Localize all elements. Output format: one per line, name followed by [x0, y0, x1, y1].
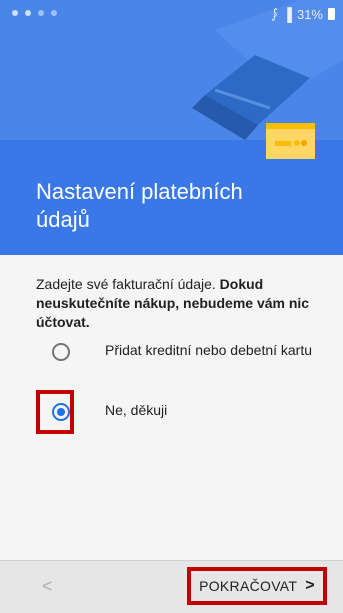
header: ⨓ ▐ 31% Nastavení platebních údajů: [0, 0, 343, 255]
notification-dots: [12, 10, 57, 16]
status-bar: ⨓ ▐ 31%: [0, 0, 343, 28]
wifi-icon: ⨓: [270, 6, 278, 21]
back-button[interactable]: <: [42, 576, 53, 597]
battery-icon: [328, 8, 335, 20]
description-text: Zadejte své fakturační údaje.: [36, 276, 220, 292]
option-add-card-label: Přidat kreditní nebo debetní kartu: [105, 342, 313, 358]
bottom-nav: < POKRAČOVAT >: [0, 560, 343, 613]
battery-level: 31%: [296, 6, 323, 22]
option-no-thanks-label: Ne, děkuji: [105, 402, 168, 418]
radio-add-card[interactable]: [52, 343, 70, 361]
status-right: ⨓ ▐ 31%: [271, 6, 335, 22]
continue-label: POKRAČOVAT: [199, 578, 298, 594]
chevron-right-icon: >: [305, 577, 315, 594]
signal-icon: ▐: [282, 6, 292, 22]
selected-option-highlight: [36, 390, 74, 434]
billing-description: Zadejte své fakturační údaje. Dokud neus…: [36, 275, 321, 332]
option-add-card[interactable]: Přidat kreditní nebo debetní kartu: [0, 332, 343, 372]
continue-button[interactable]: POKRAČOVAT >: [187, 567, 327, 605]
page-title: Nastavení platebních údajů: [36, 179, 243, 232]
